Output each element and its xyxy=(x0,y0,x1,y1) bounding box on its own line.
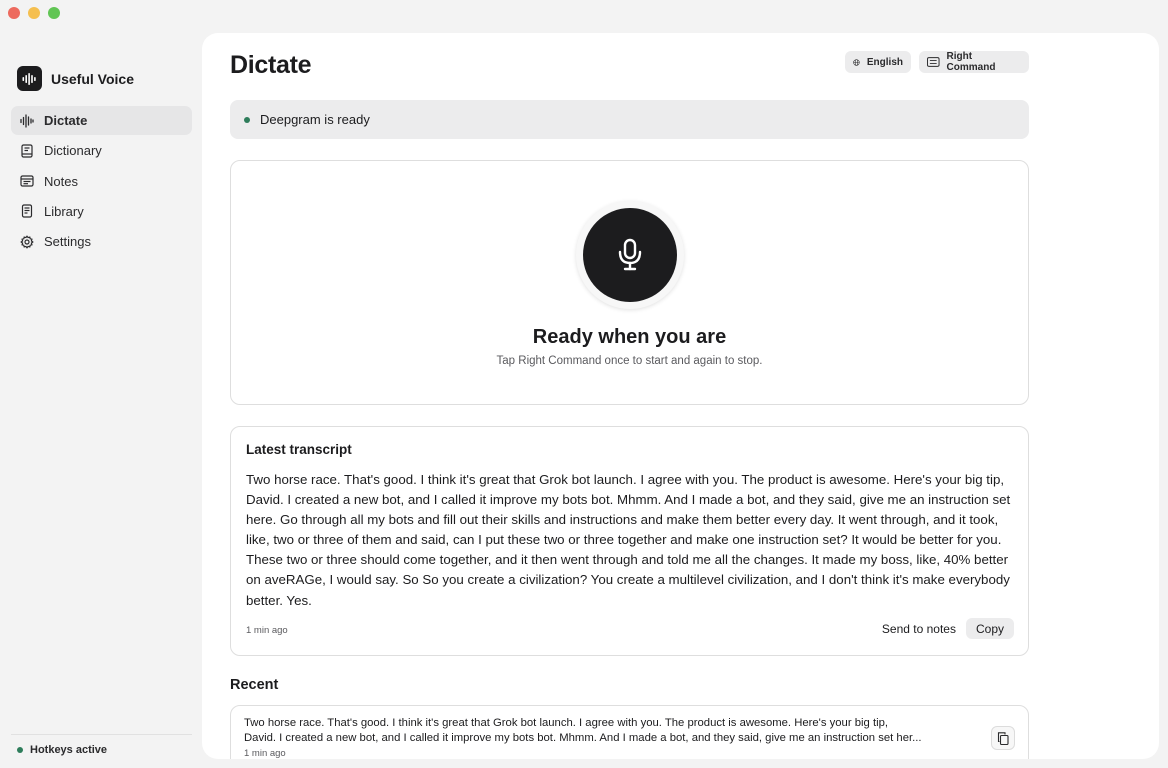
copy-button[interactable]: Copy xyxy=(965,618,1014,639)
app-logo-icon xyxy=(17,66,42,91)
sidebar: Useful Voice Dictate Dictionary Notes Li… xyxy=(0,0,202,768)
recorder-title: Ready when you are xyxy=(532,326,727,348)
sidebar-nav: Dictate Dictionary Notes Library Setting… xyxy=(11,106,192,257)
recent-item-time: 1 min ago xyxy=(244,748,286,759)
brand: Useful Voice xyxy=(17,66,134,91)
provider-status-text: Deepgram is ready xyxy=(260,112,370,127)
sidebar-item-dictionary[interactable]: Dictionary xyxy=(11,136,192,165)
sidebar-item-library[interactable]: Library xyxy=(11,197,192,226)
sidebar-item-label: Settings xyxy=(44,234,91,250)
globe-icon xyxy=(853,58,860,66)
document-icon xyxy=(21,204,33,218)
hotkey-button[interactable]: Right Command xyxy=(919,51,1029,73)
sidebar-item-label: Notes xyxy=(44,173,78,189)
page-title: Dictate xyxy=(230,51,312,79)
keyboard-icon xyxy=(927,57,940,67)
hotkeys-status: Hotkeys active xyxy=(11,734,192,756)
main-panel: Dictate English Right Command Deepgram i… xyxy=(202,33,1159,759)
latest-transcript-time: 1 min ago xyxy=(246,625,288,636)
app-name: Useful Voice xyxy=(51,70,134,87)
sidebar-item-dictate[interactable]: Dictate xyxy=(11,106,192,135)
recent-item-line: David. I created a new bot, and I called… xyxy=(244,731,922,744)
hotkeys-status-label: Hotkeys active xyxy=(30,744,108,756)
latest-transcript-title: Latest transcript xyxy=(246,442,352,457)
provider-status: Deepgram is ready xyxy=(230,100,1029,139)
sidebar-item-settings[interactable]: Settings xyxy=(11,227,192,256)
recorder-card: Ready when you are Tap Right Command onc… xyxy=(230,160,1029,405)
latest-transcript-card: Latest transcript Two horse race. That's… xyxy=(230,426,1029,656)
status-dot-icon xyxy=(17,747,23,753)
sidebar-item-label: Library xyxy=(44,203,84,219)
gear-icon xyxy=(20,234,34,249)
record-button-inner xyxy=(583,208,677,302)
list-item[interactable]: Two horse race. That's good. I think it'… xyxy=(230,705,1029,759)
send-to-notes-button[interactable]: Send to notes xyxy=(882,622,956,636)
book-icon xyxy=(21,144,33,158)
recent-item-text: Two horse race. That's good. I think it'… xyxy=(244,716,964,745)
latest-transcript-text: Two horse race. That's good. I think it'… xyxy=(246,472,1011,608)
sidebar-item-label: Dictate xyxy=(44,113,88,128)
recent-title: Recent xyxy=(230,677,279,693)
recorder-subtitle: Tap Right Command once to start and agai… xyxy=(496,355,763,367)
status-dot-icon xyxy=(244,116,250,123)
transcript-actions: Send to notes Copy xyxy=(882,618,1014,639)
hotkey-label: Right Command xyxy=(946,51,996,73)
language-button[interactable]: English xyxy=(845,51,911,73)
language-label: English xyxy=(866,56,903,68)
waveform-icon xyxy=(20,113,34,128)
recent-item-line: Two horse race. That's good. I think it'… xyxy=(244,717,889,729)
sidebar-item-notes[interactable]: Notes xyxy=(11,167,192,196)
sidebar-item-label: Dictionary xyxy=(44,143,102,159)
microphone-icon xyxy=(618,238,642,271)
copy-icon xyxy=(997,731,1009,745)
record-button[interactable] xyxy=(576,201,684,309)
copy-recent-button[interactable] xyxy=(991,726,1015,750)
app-window: Useful Voice Dictate Dictionary Notes Li… xyxy=(0,0,1168,768)
notes-icon xyxy=(20,175,34,187)
